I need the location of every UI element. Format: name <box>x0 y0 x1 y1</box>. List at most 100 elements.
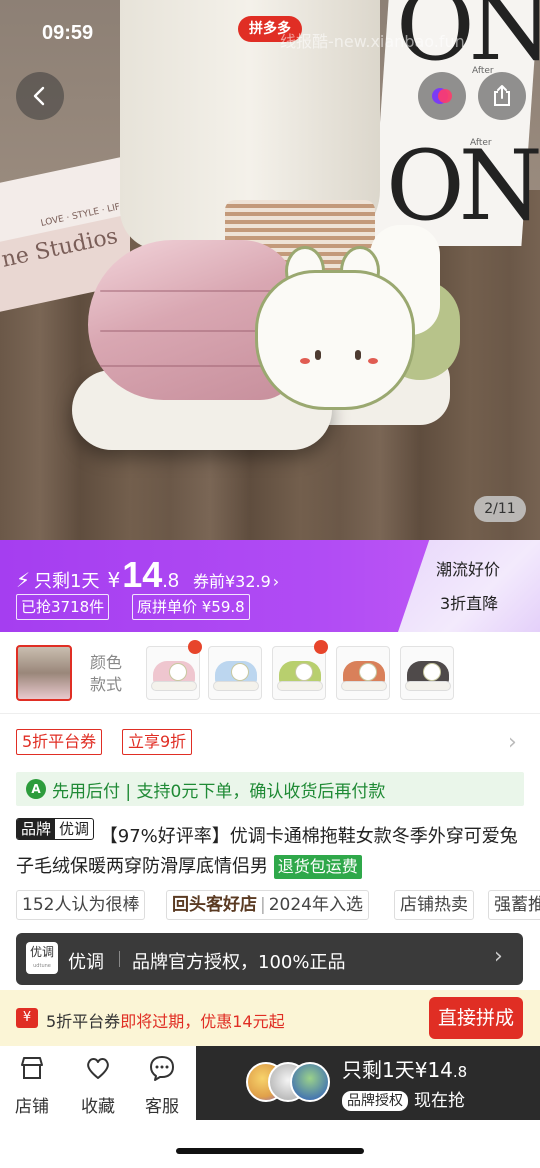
color-swatch-orange[interactable] <box>336 646 390 700</box>
price-row: ⚡ 只剩1天 ¥ 14 .8 券前¥32.9 › <box>16 554 279 596</box>
time-remaining: 只剩1天 <box>34 571 100 592</box>
pay-later-icon: A <box>26 779 46 799</box>
currency-symbol: ¥ <box>107 568 121 592</box>
color-swatch-blue[interactable] <box>208 646 262 700</box>
watermark: 线报酷-new.xianbao.fun <box>280 32 465 51</box>
hot-badge-icon <box>314 640 328 654</box>
buy-price-line: 只剩1天¥14.8 <box>342 1054 467 1083</box>
expiring-warning: 即将过期， <box>120 1012 201 1031</box>
assistant-button[interactable] <box>418 72 466 120</box>
hero-bunny-cheek <box>368 358 378 364</box>
hero-bunny-eye <box>355 350 361 360</box>
hero-puff-seam <box>100 290 280 292</box>
sold-count: 已抢3718件 <box>16 594 110 620</box>
service-label: 客服 <box>145 1097 179 1117</box>
color-selector <box>0 634 540 714</box>
back-button[interactable] <box>16 72 64 120</box>
hero-puff-seam <box>100 330 280 332</box>
feature-extra: 强蓄推 <box>488 890 540 920</box>
status-time: 09:59 <box>42 22 94 44</box>
favorite-tab[interactable]: 收藏 <box>68 1054 128 1117</box>
swatch-sole <box>277 681 323 691</box>
swatch-bunny <box>231 663 249 681</box>
feature-hot-sale: 店铺热卖 <box>394 890 474 920</box>
store-tab[interactable]: 店铺 <box>2 1054 62 1117</box>
brand-logo: 优调 udtune <box>26 942 58 974</box>
store-label: 店铺 <box>15 1097 49 1117</box>
color-label: 颜色款式 <box>90 653 123 694</box>
hot-badge-icon <box>188 640 202 654</box>
share-button[interactable] <box>478 72 526 120</box>
color-swatch-pink[interactable] <box>146 646 200 700</box>
expiring-coupon-name: 5折平台券 <box>46 1012 121 1031</box>
pre-coupon-price[interactable]: 券前¥32.9 <box>193 568 271 592</box>
store-icon <box>21 1057 43 1079</box>
chevron-right-icon: › <box>272 572 280 591</box>
color-swatch-green[interactable] <box>272 646 326 700</box>
buy-action-text: 现在抢 <box>414 1091 465 1111</box>
buy-price-decimal: .8 <box>452 1063 468 1081</box>
swatch-bunny <box>359 663 377 681</box>
direct-group-buy-button[interactable]: 直接拼成 <box>429 997 523 1039</box>
feature-separator: | <box>260 895 266 915</box>
heart-icon <box>87 1058 109 1079</box>
assistant-orb-icon <box>432 88 452 104</box>
expiring-discount: 优惠14元起 <box>200 1012 285 1031</box>
buyer-avatars <box>246 1062 332 1106</box>
swatch-bunny <box>423 663 441 681</box>
expiring-text: 5折平台券即将过期，优惠14元起 <box>46 1008 285 1032</box>
chevron-right-icon: › <box>494 944 503 969</box>
swatch-sole <box>151 681 197 691</box>
brand-authorized-badge: 品牌授权 <box>342 1091 408 1111</box>
promo-panel <box>398 540 540 632</box>
swatch-bunny <box>295 663 313 681</box>
avatar <box>290 1062 330 1102</box>
original-price: 原拼单价 ¥59.8 <box>132 594 250 620</box>
buy-action-line: 品牌授权 现在抢 <box>342 1086 465 1111</box>
product-title: 品牌 优调 【97%好评率】优调卡通棉拖鞋女款冬季外穿可爱兔子毛绒保暖两穿防滑厚底… <box>16 818 528 882</box>
hero-bunny-cheek <box>300 358 310 364</box>
feature-year: 2024年入选 <box>268 895 363 915</box>
free-return-tag: 退货包运费 <box>273 855 362 879</box>
swatch-sole <box>405 681 451 691</box>
promo-title: 潮流好价 <box>436 560 501 579</box>
lightning-icon: ⚡ <box>16 568 31 592</box>
image-counter: 2/11 <box>474 496 526 522</box>
brand-tag-name: 优调 <box>59 820 90 838</box>
home-indicator[interactable] <box>176 1148 364 1154</box>
favorite-label: 收藏 <box>81 1097 115 1117</box>
brand-logo-text: 优调 <box>29 945 54 959</box>
chevron-right-icon[interactable]: › <box>508 730 517 755</box>
platform-coupon[interactable]: 5折平台券 <box>16 729 103 755</box>
brand-name: 优调 <box>68 952 104 973</box>
chevron-left-icon <box>33 86 45 106</box>
hero-puff-seam <box>100 365 280 367</box>
feature-returning-store: 回头客好店 | 2024年入选 <box>166 890 369 920</box>
price-decimal: .8 <box>162 570 179 592</box>
selected-thumbnail[interactable] <box>16 645 72 701</box>
feature-returning-label: 回头客好店 <box>172 895 257 915</box>
color-swatch-dark[interactable] <box>400 646 454 700</box>
service-tab[interactable]: 客服 <box>132 1054 192 1117</box>
brand-authorization: 品牌官方授权，100%正品 <box>132 952 346 973</box>
brand-divider <box>119 951 120 967</box>
promo-subtitle: 3折直降 <box>440 594 499 613</box>
swatch-bunny <box>169 663 187 681</box>
swatch-sole <box>213 681 259 691</box>
chat-icon <box>150 1056 174 1081</box>
hero-bunny-face <box>255 270 415 410</box>
brand-badge: 品牌 优调 <box>16 818 95 840</box>
feature-rating: 152人认为很棒 <box>16 890 146 920</box>
pay-later-text: 先用后付 | 支持0元下单，确认收货后再付款 <box>52 782 386 802</box>
coupon-icon: ¥ <box>16 1008 38 1028</box>
buy-price-text: 只剩1天¥14 <box>342 1058 453 1082</box>
hero-bunny-eye <box>315 350 321 360</box>
hero-magazine-small-2: After <box>470 138 492 148</box>
discount-coupon[interactable]: 立享9折 <box>122 729 193 755</box>
price-integer: 14 <box>122 554 163 595</box>
share-icon <box>494 85 510 106</box>
swatch-sole <box>341 681 387 691</box>
brand-logo-sub: udtune <box>33 963 51 969</box>
brand-tag: 品牌 <box>17 819 56 839</box>
product-page: LOVE · STYLE · LIFE ne Studios ON ON Aft… <box>0 0 540 1168</box>
